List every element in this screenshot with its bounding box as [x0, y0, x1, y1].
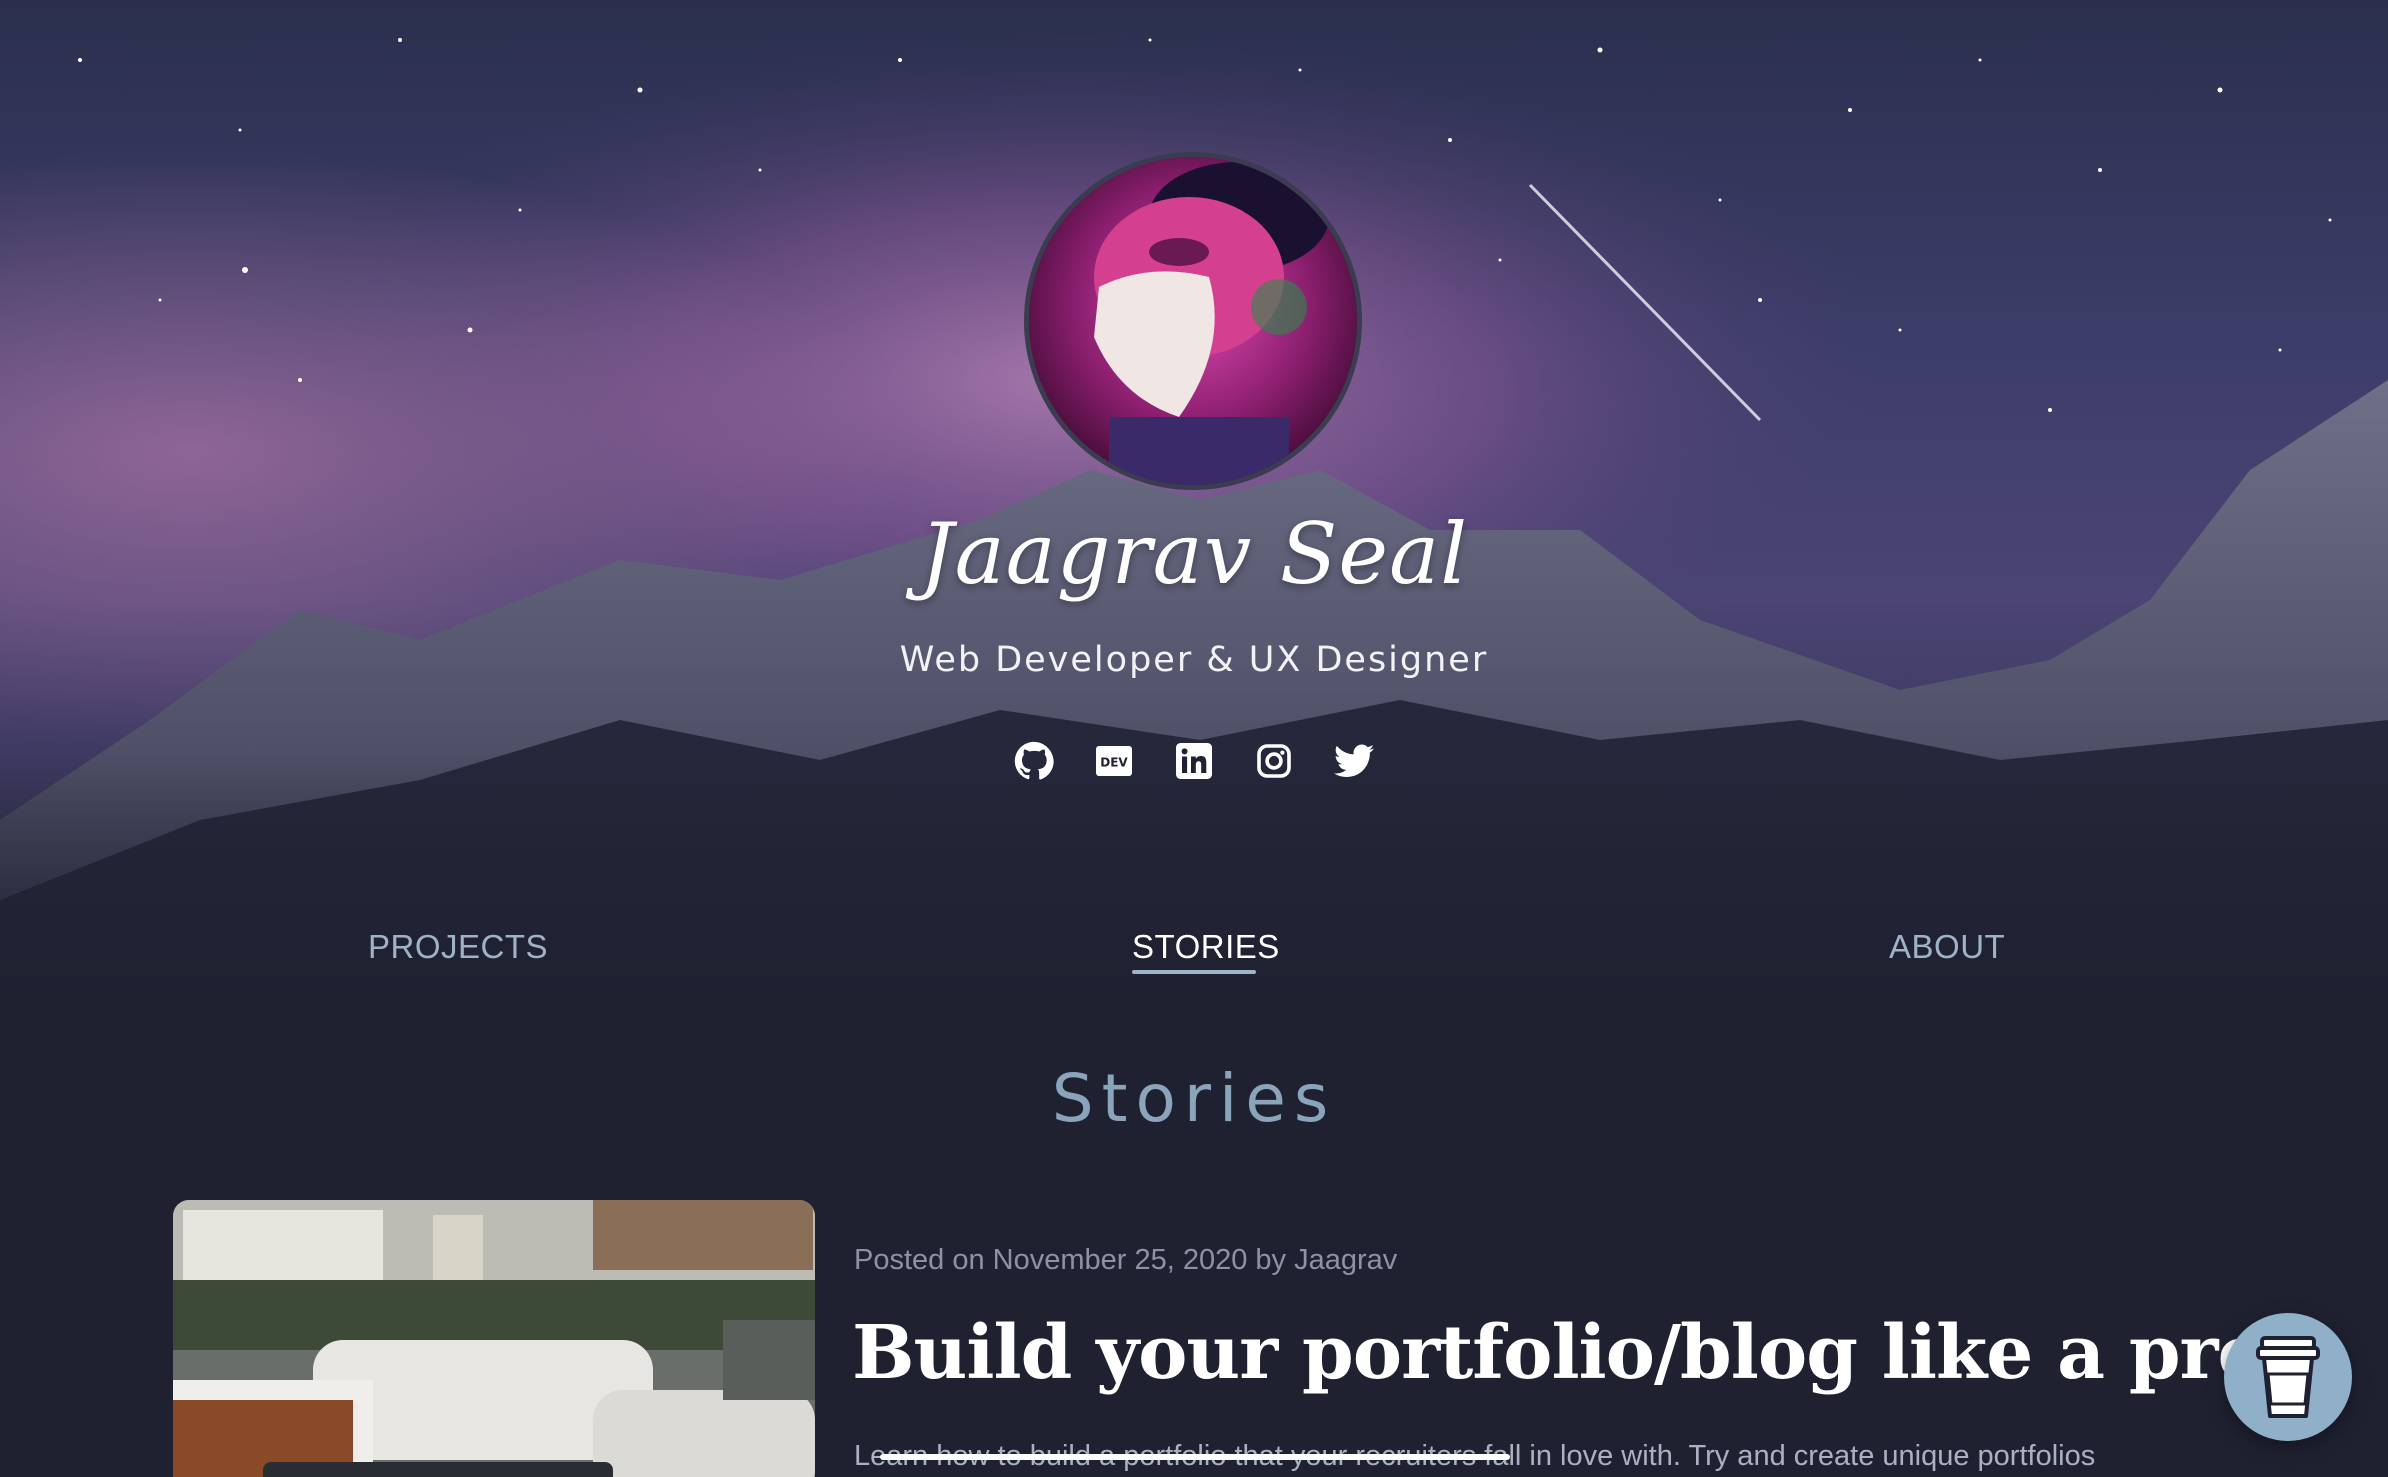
profile-photo	[1029, 157, 1357, 485]
portfolio-page: Jaagrav Seal Web Developer & UX Designer…	[0, 0, 2388, 1477]
social-links: DEV	[0, 740, 2388, 782]
linkedin-link[interactable]	[1173, 740, 1215, 782]
post-meta: Posted on November 25, 2020 by Jaagrav	[854, 1244, 1398, 1276]
coffee-cup-icon	[2256, 1336, 2320, 1418]
twitter-icon	[1334, 744, 1374, 777]
svg-text:DEV: DEV	[1100, 755, 1128, 769]
post-title[interactable]: Build your portfolio/blog like a pro!!	[852, 1310, 2330, 1396]
twitter-link[interactable]	[1333, 740, 1375, 782]
active-tab-indicator	[1132, 970, 1256, 974]
github-icon	[1014, 741, 1054, 780]
post-thumbnail[interactable]	[173, 1200, 815, 1477]
post-cover-image	[173, 1200, 815, 1477]
section-title: Stories	[1051, 1060, 1337, 1137]
buy-me-a-coffee-button[interactable]	[2224, 1313, 2352, 1441]
instagram-link[interactable]	[1253, 740, 1295, 782]
instagram-icon	[1257, 744, 1291, 778]
night-sky-mountain-background	[0, 0, 2388, 1000]
dev-icon: DEV	[1096, 746, 1132, 776]
profile-avatar	[1024, 152, 1362, 490]
dev-link[interactable]: DEV	[1093, 740, 1135, 782]
profile-subtitle: Web Developer & UX Designer	[899, 640, 1489, 680]
tab-stories[interactable]: STORIES	[1132, 928, 1280, 966]
hero-banner: Jaagrav Seal Web Developer & UX Designer…	[0, 0, 2388, 1000]
linkedin-icon	[1176, 743, 1212, 779]
scrollbar-overlay	[880, 1454, 1510, 1460]
tab-projects[interactable]: PROJECTS	[368, 928, 548, 966]
tab-about[interactable]: ABOUT	[1889, 928, 2005, 966]
profile-name: Jaagrav Seal	[919, 505, 1469, 603]
github-link[interactable]	[1013, 740, 1055, 782]
